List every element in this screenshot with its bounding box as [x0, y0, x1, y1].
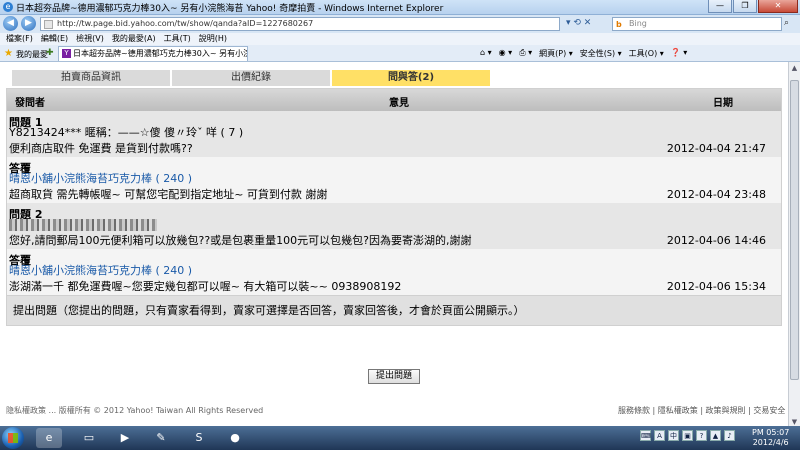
footer-links[interactable]: 服務條款 | 隱私權政策 | 政策與規則 | 交易安全: [618, 405, 785, 416]
answer-row: 答覆 晴恩小舖小浣熊海苔巧克力棒 ( 240 ) 澎湖滿一千 都免運費喔~您要定…: [7, 249, 781, 295]
browser-tab[interactable]: Y 日本超夯品牌~德用濃郁巧克力棒30入~ 另有小浣...: [58, 46, 248, 61]
answer-label: 答覆: [9, 162, 31, 175]
search-field[interactable]: b Bing: [612, 17, 782, 31]
submit-question-button[interactable]: 提出問題: [368, 369, 420, 384]
favorites-star-icon[interactable]: ★: [4, 48, 13, 59]
qanda-table: 發問者 意見 日期 問題 1 Y8213424*** 暱稱：——☆傻 傻〃玲ˇ …: [6, 88, 782, 326]
url-field[interactable]: http://tw.page.bid.yahoo.com/tw/show/qan…: [40, 17, 560, 31]
folder-taskbar-icon[interactable]: ▭: [76, 428, 102, 448]
skype-taskbar-icon[interactable]: S: [186, 428, 212, 448]
answer-label: 答覆: [9, 254, 31, 267]
answer-text: 超商取貨 需先轉帳喔~ 可幫您宅配到指定地址~ 可貨到付款 謝謝: [9, 188, 328, 201]
menu-help[interactable]: 說明(H): [199, 33, 227, 45]
vertical-scrollbar[interactable]: ▲ ▼: [788, 62, 800, 430]
tools-taskbar-icon[interactable]: ✎: [148, 428, 174, 448]
answer-row: 答覆 晴恩小舖小浣熊海苔巧克力棒 ( 240 ) 超商取貨 需先轉帳喔~ 可幫您…: [7, 157, 781, 203]
tab-title: 日本超夯品牌~德用濃郁巧克力棒30入~ 另有小浣...: [73, 49, 248, 58]
command-help[interactable]: ❓ ▾: [671, 48, 688, 59]
asker-line: Y8213424*** 暱稱：——☆傻 傻〃玲ˇ 咩 ( 7 ): [9, 126, 244, 139]
scroll-up-icon[interactable]: ▲: [790, 64, 799, 73]
back-button[interactable]: ◀: [3, 16, 18, 31]
menu-file[interactable]: 檔案(F): [6, 33, 33, 45]
command-tools[interactable]: 工具(O) ▾: [629, 48, 664, 59]
question-label: 問題 2: [9, 208, 43, 221]
bing-icon: b: [616, 20, 622, 29]
question-row: 問題 2 您好,請問郵局100元便利箱可以放幾包??或是包裹重量100元可以包幾…: [7, 203, 781, 249]
start-button[interactable]: [2, 427, 24, 449]
taskbar: e ▭ ▶ ✎ S ● ⌨ A 中 ▣ ? ▲ ♪ PM 05:07 2012/…: [0, 426, 800, 450]
header-opinion: 意見: [389, 98, 409, 109]
menu-tools[interactable]: 工具(T): [164, 33, 191, 45]
add-favorite-icon[interactable]: ✚: [46, 48, 54, 58]
command-bar: ⌂ ▾ ◉ ▾ ⎙ ▾ 網頁(P) ▾ 安全性(S) ▾ 工具(O) ▾ ❓ ▾: [480, 48, 687, 59]
question-text: 您好,請問郵局100元便利箱可以放幾包??或是包裹重量100元可以包幾包?因為要…: [9, 234, 472, 247]
tray-volume-icon[interactable]: ♪: [724, 430, 735, 441]
tab-item-info[interactable]: 拍賣商品資訊: [12, 70, 170, 86]
clock-date: 2012/4/6: [752, 438, 789, 447]
taskbar-clock[interactable]: PM 05:07 2012/4/6: [752, 428, 789, 448]
menu-view[interactable]: 檢視(V): [76, 33, 104, 45]
question-row: 問題 1 Y8213424*** 暱稱：——☆傻 傻〃玲ˇ 咩 ( 7 ) 便利…: [7, 111, 781, 157]
search-placeholder: Bing: [629, 19, 647, 28]
table-header: 發問者 意見 日期: [7, 89, 781, 111]
print-icon[interactable]: ⎙ ▾: [519, 48, 532, 59]
home-icon[interactable]: ⌂ ▾: [480, 48, 492, 59]
window-title: 日本超夯品牌~德用濃郁巧克力棒30入~ 另有小浣熊海苔 Yahoo! 奇摩拍賣 …: [16, 4, 444, 14]
rss-icon[interactable]: ◉ ▾: [499, 48, 513, 59]
submit-note: 提出問題（您提出的問題，只有賣家看得到，賣家可選擇是否回答，賣家回答後，才會於頁…: [7, 295, 781, 325]
tab-bid-history[interactable]: 出價紀錄: [172, 70, 330, 86]
clock-time: PM 05:07: [752, 428, 790, 437]
header-asker: 發問者: [15, 98, 45, 109]
window-title-bar: e 日本超夯品牌~德用濃郁巧克力棒30入~ 另有小浣熊海苔 Yahoo! 奇摩拍…: [0, 0, 800, 15]
media-taskbar-icon[interactable]: ▶: [112, 428, 138, 448]
yahoo-favicon-icon: Y: [62, 49, 71, 58]
page-content: 拍賣商品資訊 出價紀錄 問與答(2) 發問者 意見 日期 問題 1 Y82134…: [0, 62, 788, 430]
tray-a-icon[interactable]: A: [654, 430, 665, 441]
chat-taskbar-icon[interactable]: ●: [222, 428, 248, 448]
tray-caps-icon[interactable]: ▣: [682, 430, 693, 441]
footer-copyright: 隐私權政策 ... 版權所有 © 2012 Yahoo! Taiwan All …: [6, 406, 264, 415]
tray-lang-icon[interactable]: 中: [668, 430, 679, 441]
favorites-label[interactable]: 我的最愛: [16, 49, 48, 60]
answer-text: 澎湖滿一千 都免運費喔~您要定幾包都可以喔~ 有大箱可以裝~~ 09389081…: [9, 280, 402, 293]
header-date: 日期: [713, 98, 733, 109]
menu-favorites[interactable]: 我的最愛(A): [112, 33, 156, 45]
forward-button[interactable]: ▶: [21, 16, 36, 31]
tray-keyboard-icon[interactable]: ⌨: [640, 430, 651, 441]
close-button[interactable]: ✕: [758, 0, 798, 13]
system-tray: ⌨ A 中 ▣ ? ▲ ♪: [640, 430, 735, 441]
search-icon[interactable]: ⌕: [784, 18, 789, 28]
answer-date: 2012-04-04 23:48: [666, 188, 766, 201]
minimize-button[interactable]: —: [708, 0, 732, 13]
question-label: 問題 1: [9, 116, 43, 129]
url-text: http://tw.page.bid.yahoo.com/tw/show/qan…: [57, 19, 314, 28]
scroll-thumb[interactable]: [790, 80, 799, 380]
menu-edit[interactable]: 編輯(E): [41, 33, 68, 45]
ie-taskbar-icon[interactable]: e: [36, 428, 62, 448]
seller-link[interactable]: 晴恩小舖小浣熊海苔巧克力棒 ( 240 ): [9, 172, 192, 185]
question-date: 2012-04-04 21:47: [666, 142, 766, 155]
ie-logo-icon: e: [3, 2, 13, 12]
auction-tabs: 拍賣商品資訊 出價紀錄 問與答(2): [6, 70, 782, 86]
answer-date: 2012-04-06 15:34: [666, 280, 766, 293]
favorites-bar: ★ 我的最愛 ✚ Y 日本超夯品牌~德用濃郁巧克力棒30入~ 另有小浣... ⌂…: [0, 45, 800, 62]
maximize-button[interactable]: ❐: [733, 0, 757, 13]
blurred-asker-id: [9, 219, 157, 231]
seller-link[interactable]: 晴恩小舖小浣熊海苔巧克力棒 ( 240 ): [9, 264, 192, 277]
address-bar: ◀ ▶ http://tw.page.bid.yahoo.com/tw/show…: [0, 15, 800, 33]
tab-qanda[interactable]: 問與答(2): [332, 70, 490, 86]
page-icon: [44, 20, 53, 29]
tray-network-icon[interactable]: ▲: [710, 430, 721, 441]
refresh-stop-icons[interactable]: ▾ ⟲ ✕: [566, 18, 591, 28]
question-text: 便利商店取件 免運費 是貨到付款嗎??: [9, 142, 193, 155]
menu-bar: 檔案(F) 編輯(E) 檢視(V) 我的最愛(A) 工具(T) 說明(H): [0, 33, 800, 45]
command-page[interactable]: 網頁(P) ▾: [539, 48, 573, 59]
command-safety[interactable]: 安全性(S) ▾: [580, 48, 622, 59]
tray-help-icon[interactable]: ?: [696, 430, 707, 441]
question-date: 2012-04-06 14:46: [666, 234, 766, 247]
